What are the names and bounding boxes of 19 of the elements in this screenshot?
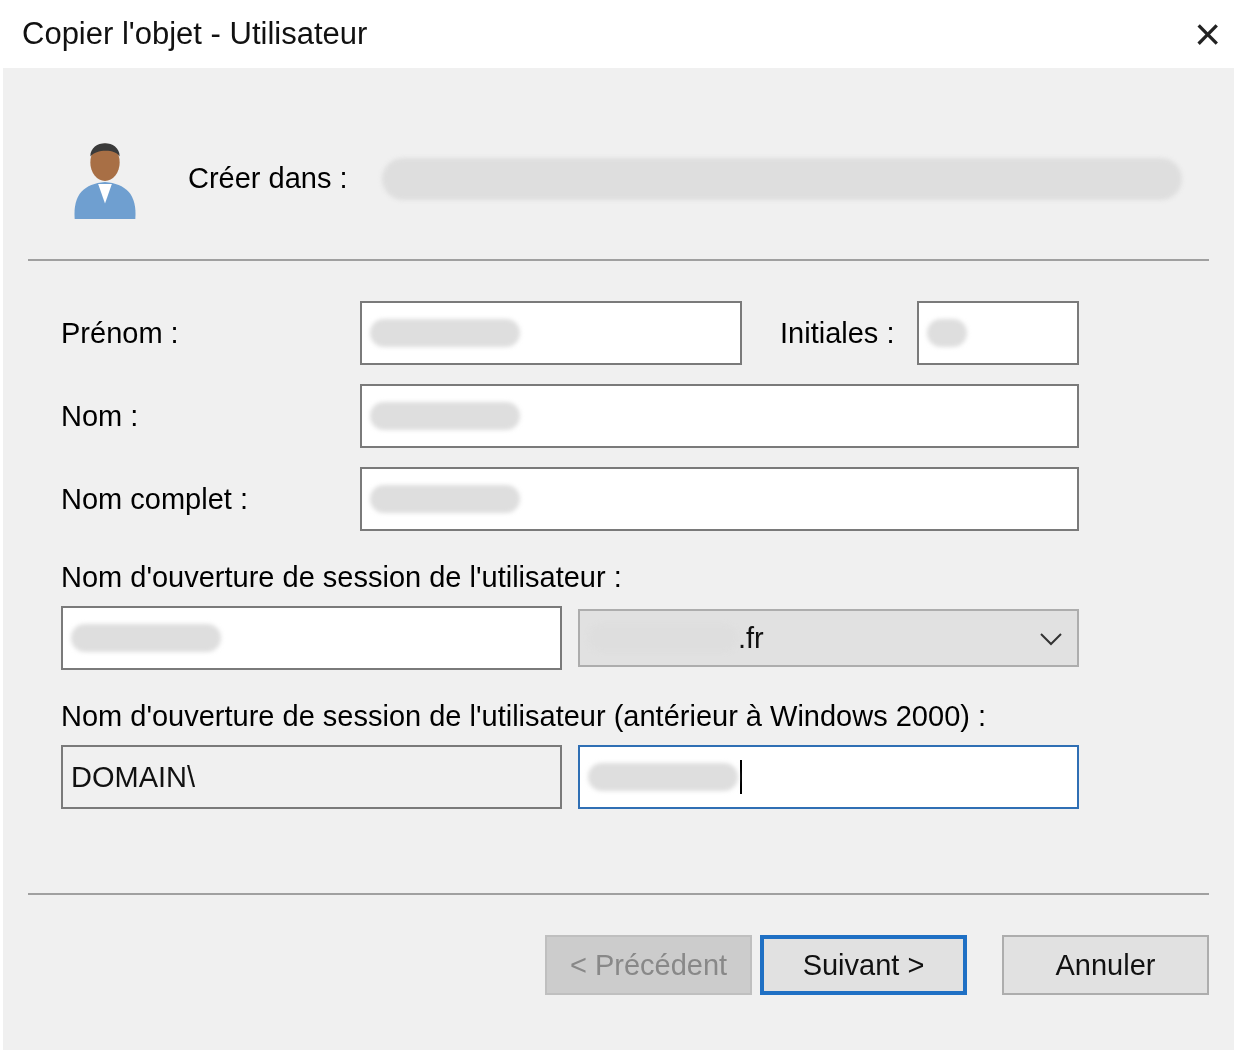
field-label: Nom d'ouverture de session de l'utilisateur (antérieur à Windows 2000) : — [61, 700, 988, 733]
input-field[interactable] — [360, 301, 742, 365]
input-field[interactable] — [917, 301, 1079, 365]
domain-dropdown[interactable]: .fr — [578, 609, 1079, 667]
input-field[interactable] — [578, 745, 1079, 809]
field-label: Prénom : — [61, 316, 180, 350]
window-title: Copier l'objet - Utilisateur — [22, 16, 368, 52]
input-field[interactable] — [360, 384, 1079, 448]
field-label: Nom : — [61, 399, 140, 433]
create-in-label: Créer dans : — [188, 162, 348, 195]
dialog-button[interactable]: Suivant > — [760, 935, 967, 995]
input-field[interactable] — [61, 606, 562, 670]
chevron-icon — [1039, 632, 1063, 646]
field-label: Nom complet : — [61, 482, 249, 516]
input-field[interactable] — [360, 467, 1079, 531]
field-label: Nom d'ouverture de session de l'utilisateur : — [61, 561, 623, 594]
close-button[interactable]: × — [1188, 11, 1227, 57]
dialog-button[interactable]: Annuler — [1002, 935, 1209, 995]
field-label: Initiales : — [780, 316, 895, 350]
